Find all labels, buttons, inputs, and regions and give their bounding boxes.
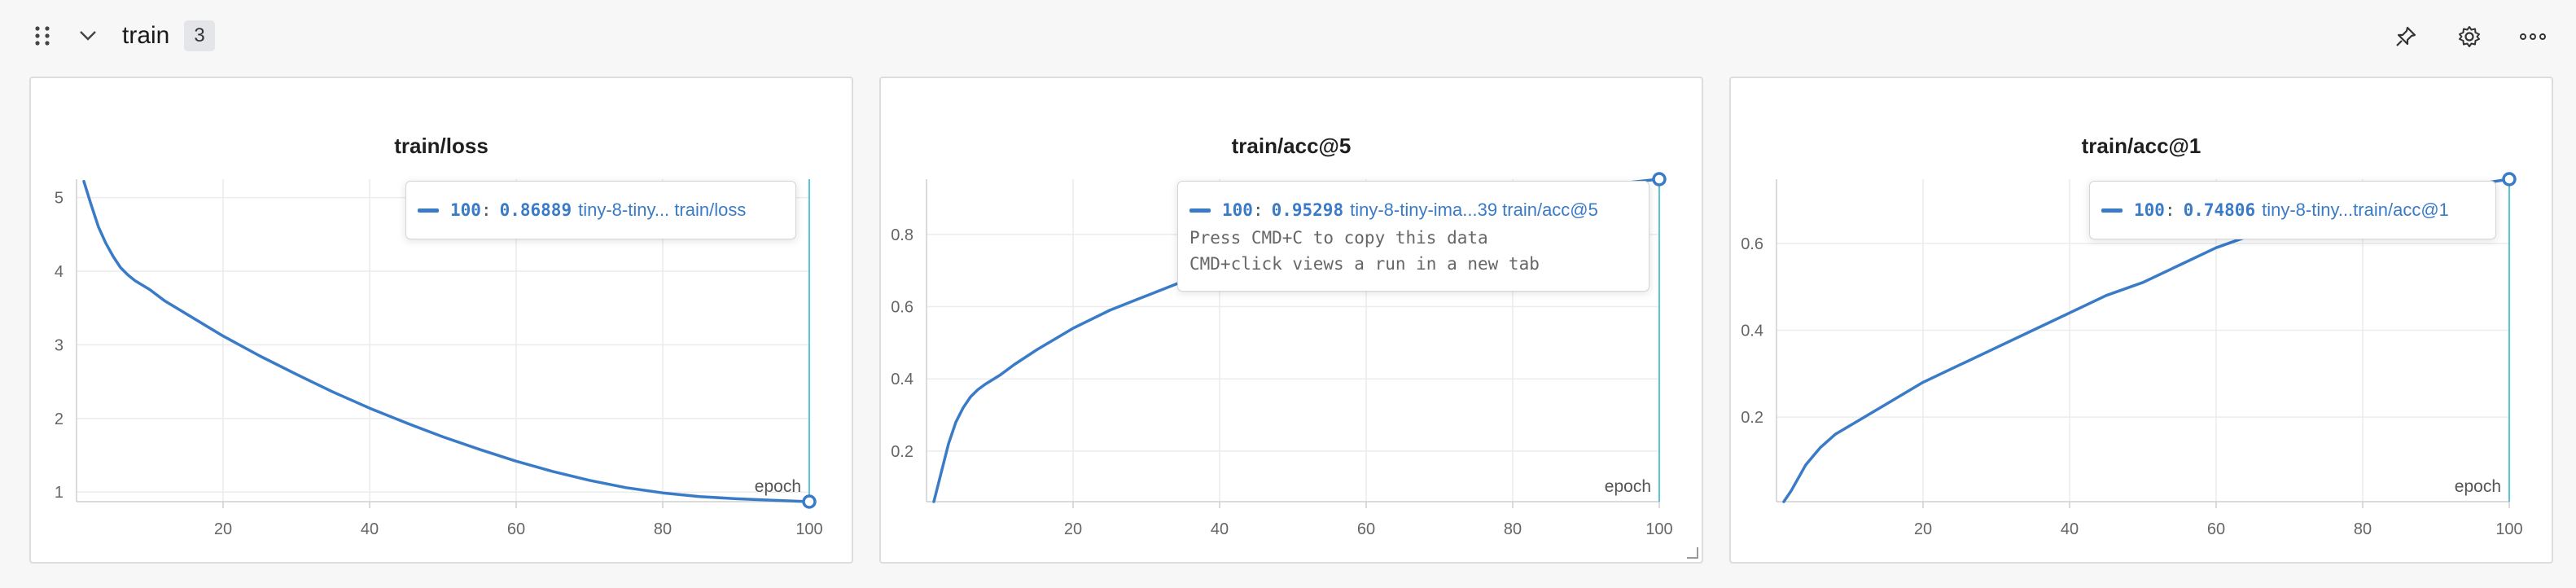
tooltip-value: 0.95298 <box>1271 200 1344 220</box>
y-tick-label: 0.4 <box>1741 322 1763 340</box>
y-tick-label: 5 <box>55 190 64 208</box>
y-tick-label: 3 <box>55 336 64 354</box>
drag-handle-icon[interactable] <box>29 21 55 50</box>
tooltip-value: 0.74806 <box>2183 200 2256 220</box>
series-swatch <box>418 208 439 213</box>
x-tick-label: 40 <box>361 520 379 538</box>
chart-panel-train-loss[interactable]: train/loss 1 2 3 4 5 20 40 60 80 100 epoch 100: 0.… <box>29 77 853 564</box>
x-tick-label: 60 <box>1357 520 1375 538</box>
more-icon[interactable] <box>2516 21 2550 52</box>
x-tick-label: 20 <box>1914 520 1932 538</box>
y-tick-label: 0.6 <box>1741 235 1763 253</box>
line-chart-train-acc5[interactable]: 0.2 0.4 0.6 0.8 20 40 60 80 100 epoch <box>881 78 1702 562</box>
section-count-badge: 3 <box>184 20 215 51</box>
x-tick-label: 60 <box>2207 520 2225 538</box>
x-tick-label: 20 <box>1064 520 1082 538</box>
hover-point <box>2502 172 2517 186</box>
gear-icon[interactable] <box>2454 21 2485 52</box>
tooltip-step: 100 <box>2134 200 2165 220</box>
y-tick-label: 0.2 <box>891 443 913 461</box>
chevron-down-icon[interactable] <box>75 23 101 49</box>
hover-point <box>1652 172 1667 186</box>
series-swatch <box>2101 208 2123 213</box>
y-tick-label: 2 <box>55 410 64 428</box>
x-tick-label: 100 <box>795 520 822 538</box>
x-tick-label: 20 <box>214 520 232 538</box>
tooltip-row: 100: 0.74806 tiny-8-tiny...train/acc@1 <box>2101 195 2484 225</box>
x-axis-label: epoch <box>755 477 801 496</box>
x-axis-label: epoch <box>1605 477 1651 496</box>
tooltip-row: 100: 0.95298 tiny-8-tiny-ima...39 train/… <box>1189 195 1637 225</box>
tooltip-hint-new-tab: CMD+click views a run in a new tab <box>1189 254 1540 274</box>
y-tick-label: 1 <box>55 484 64 502</box>
x-tick-label: 100 <box>1645 520 1672 538</box>
chart-panel-train-acc1[interactable]: train/acc@1 0.2 0.4 0.6 20 40 60 80 100 epoch 10… <box>1729 77 2553 564</box>
x-axis-label: epoch <box>2455 477 2501 496</box>
hover-point <box>802 494 817 509</box>
pin-icon[interactable] <box>2390 21 2421 52</box>
tooltip-run-name[interactable]: tiny-8-tiny... train/loss <box>578 200 746 221</box>
x-tick-label: 40 <box>1211 520 1229 538</box>
series-swatch <box>1189 208 1211 213</box>
y-tick-label: 4 <box>55 263 64 281</box>
tooltip-step: 100 <box>1222 200 1253 220</box>
y-tick-label: 0.8 <box>891 226 913 244</box>
x-tick-label: 40 <box>2061 520 2079 538</box>
y-tick-label: 0.2 <box>1741 409 1763 427</box>
hover-tooltip: 100: 0.95298 tiny-8-tiny-ima...39 train/… <box>1177 181 1649 292</box>
line-chart-train-acc1[interactable]: 0.2 0.4 0.6 20 40 60 80 100 epoch <box>1731 78 2552 562</box>
resize-handle[interactable] <box>1687 547 1698 559</box>
section-header: train 3 <box>0 0 2576 73</box>
hover-tooltip: 100: 0.86889 tiny-8-tiny... train/loss <box>405 181 796 239</box>
x-tick-label: 80 <box>654 520 672 538</box>
y-tick-label: 0.6 <box>891 299 913 317</box>
tooltip-hint-copy: Press CMD+C to copy this data <box>1189 228 1488 248</box>
y-tick-label: 0.4 <box>891 371 913 388</box>
tooltip-step: 100 <box>450 200 481 220</box>
x-tick-label: 80 <box>1504 520 1522 538</box>
tooltip-value: 0.86889 <box>499 200 572 220</box>
line-chart-train-loss[interactable]: 1 2 3 4 5 20 40 60 80 100 epoch <box>31 78 852 562</box>
tooltip-row: 100: 0.86889 tiny-8-tiny... train/loss <box>418 195 784 225</box>
chart-panel-train-acc5[interactable]: train/acc@5 0.2 0.4 0.6 0.8 20 40 60 80 100 epoch… <box>879 77 1703 564</box>
hover-tooltip: 100: 0.74806 tiny-8-tiny...train/acc@1 <box>2089 181 2496 239</box>
x-tick-label: 60 <box>507 520 525 538</box>
tooltip-run-name[interactable]: tiny-8-tiny...train/acc@1 <box>2262 200 2449 221</box>
tooltip-run-name[interactable]: tiny-8-tiny-ima...39 train/acc@5 <box>1350 200 1598 221</box>
section-title: train <box>122 22 170 49</box>
x-tick-label: 100 <box>2495 520 2522 538</box>
x-tick-label: 80 <box>2354 520 2372 538</box>
